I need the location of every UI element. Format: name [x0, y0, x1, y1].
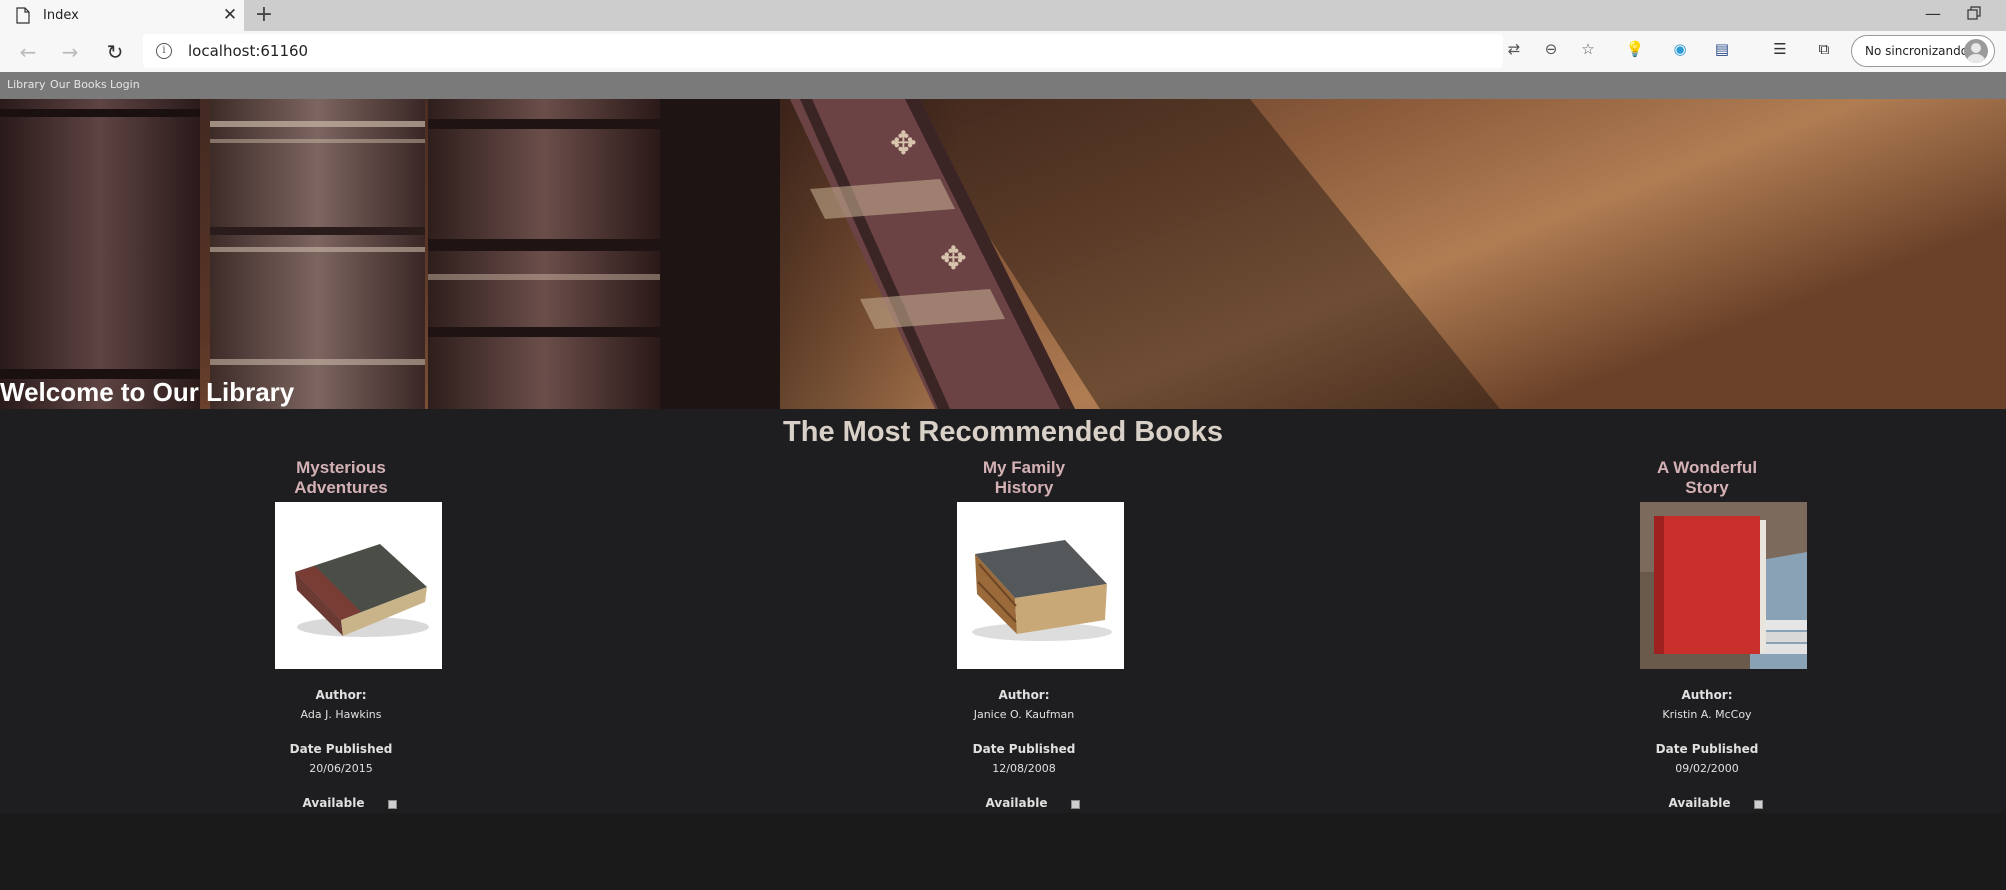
- avatar: [1964, 39, 1988, 63]
- book-title[interactable]: A Wonderful Story: [1637, 458, 1777, 498]
- available-label: Available: [302, 796, 365, 810]
- book-cover-image[interactable]: [957, 502, 1124, 669]
- hero-background-image: ✥ ✥: [0, 99, 2006, 409]
- new-tab-icon[interactable]: +: [252, 3, 276, 27]
- browser-tabstrip: Index ✕ + —: [0, 0, 2006, 31]
- available-checkbox[interactable]: [1071, 800, 1080, 809]
- nav-link-login[interactable]: Login: [110, 78, 140, 91]
- close-tab-icon[interactable]: ✕: [220, 4, 240, 26]
- book-title[interactable]: My Family History: [954, 458, 1094, 498]
- circle-extension-icon[interactable]: ◉: [1669, 38, 1691, 60]
- minimize-window-icon[interactable]: —: [1918, 2, 1948, 28]
- svg-text:✥: ✥: [890, 124, 917, 162]
- author-name: Ada J. Hawkins: [300, 708, 382, 721]
- list-extension-icon[interactable]: ▤: [1711, 38, 1733, 60]
- hero-banner: ✥ ✥ Welcome to Our Library: [0, 99, 2006, 409]
- available-label: Available: [1668, 796, 1731, 810]
- date-published-value: 20/06/2015: [309, 762, 373, 775]
- site-info-icon[interactable]: i: [156, 43, 172, 59]
- section-title: The Most Recommended Books: [783, 416, 1223, 448]
- tab-title: Index: [43, 8, 79, 23]
- old-brown-book-icon: [957, 502, 1124, 669]
- zoom-out-icon[interactable]: ⊖: [1540, 38, 1562, 60]
- author-label: Author:: [315, 688, 367, 702]
- author-name: Janice O. Kaufman: [973, 708, 1075, 721]
- favorites-list-icon[interactable]: ☰: [1769, 38, 1791, 60]
- profile-sync-button[interactable]: No sincronizando: [1851, 35, 1995, 67]
- date-published-value: 12/08/2008: [992, 762, 1056, 775]
- restore-window-icon[interactable]: [1966, 5, 1982, 21]
- favorite-star-icon[interactable]: ☆: [1577, 38, 1599, 60]
- forward-arrow-icon[interactable]: →: [55, 37, 85, 67]
- page-icon: [16, 7, 30, 24]
- lightbulb-extension-icon[interactable]: 💡: [1624, 38, 1646, 60]
- available-label: Available: [985, 796, 1048, 810]
- address-bar[interactable]: i localhost:61160: [143, 34, 1503, 68]
- browser-tab[interactable]: Index ✕: [0, 0, 244, 31]
- site-navbar: Library Our Books Login: [0, 72, 2006, 99]
- available-checkbox[interactable]: [388, 800, 397, 809]
- old-dark-book-icon: [275, 502, 442, 669]
- read-aloud-icon[interactable]: ⇄: [1503, 38, 1525, 60]
- reload-icon[interactable]: ↻: [100, 37, 130, 67]
- sync-status-label: No sincronizando: [1865, 44, 1969, 58]
- author-label: Author:: [998, 688, 1050, 702]
- collections-icon[interactable]: ⧉: [1813, 38, 1835, 60]
- book-cover-image[interactable]: [1640, 502, 1807, 669]
- url-text[interactable]: localhost:61160: [188, 42, 308, 60]
- book-cover-image[interactable]: [275, 502, 442, 669]
- back-arrow-icon[interactable]: ←: [13, 37, 43, 67]
- hero-title: Welcome to Our Library: [0, 377, 295, 407]
- nav-link-our-books[interactable]: Our Books: [50, 78, 107, 91]
- page-footer-area: [0, 813, 2006, 890]
- author-name: Kristin A. McCoy: [1662, 708, 1752, 721]
- available-checkbox[interactable]: [1754, 800, 1763, 809]
- date-published-label: Date Published: [1655, 742, 1759, 756]
- nav-link-library[interactable]: Library: [7, 78, 45, 91]
- svg-text:✥: ✥: [940, 239, 967, 277]
- book-title[interactable]: Mysterious Adventures: [271, 458, 411, 498]
- date-published-value: 09/02/2000: [1675, 762, 1739, 775]
- date-published-label: Date Published: [972, 742, 1076, 756]
- browser-toolbar: ← → ↻ i localhost:61160 ⇄ ⊖ ☆ 💡 ◉ ▤ ☰ ⧉ …: [0, 31, 2006, 72]
- author-label: Author:: [1681, 688, 1733, 702]
- date-published-label: Date Published: [289, 742, 393, 756]
- red-book-icon: [1640, 502, 1807, 669]
